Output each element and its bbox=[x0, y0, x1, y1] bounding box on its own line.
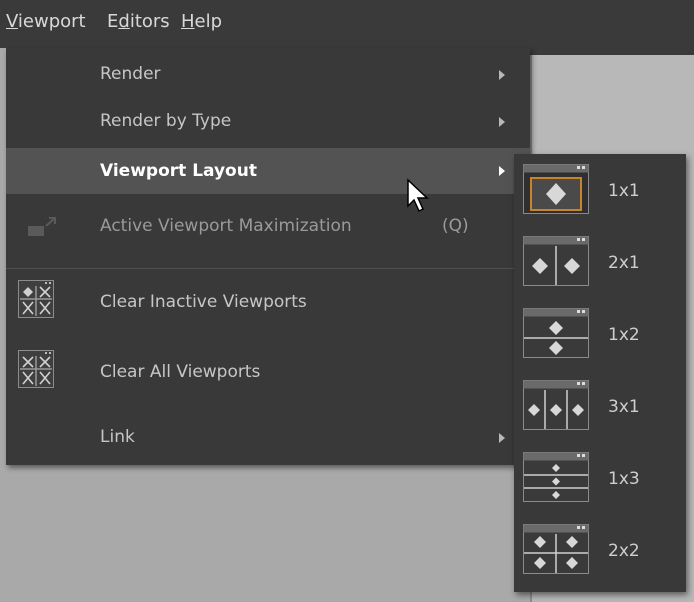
layout-item-1x1-label: 1x1 bbox=[608, 181, 640, 201]
menu-item-viewport-layout-label: Viewport Layout bbox=[100, 161, 257, 181]
viewport-layout-submenu: 1x1 2x1 1x2 3x1 1x3 2x2 bbox=[514, 154, 686, 592]
menu-item-clear-all-viewports-label: Clear All Viewports bbox=[100, 362, 261, 382]
layout-3x1-icon bbox=[523, 380, 589, 430]
menu-item-render-by-type-label: Render by Type bbox=[100, 111, 232, 131]
layout-item-3x1-label: 3x1 bbox=[608, 397, 640, 417]
menu-item-render[interactable]: Render bbox=[6, 64, 530, 90]
menu-item-clear-inactive-viewports-label: Clear Inactive Viewports bbox=[100, 292, 307, 312]
layout-item-2x1[interactable]: 2x1 bbox=[514, 226, 686, 290]
shortcut-q: (Q) bbox=[442, 216, 469, 236]
menubar-editors-rest: itors bbox=[129, 11, 170, 32]
mouse-cursor-icon bbox=[407, 178, 429, 213]
menu-separator bbox=[6, 268, 530, 269]
menu-item-link[interactable]: Link bbox=[6, 427, 530, 453]
submenu-arrow-icon bbox=[499, 433, 505, 443]
menubar-viewport[interactable]: Viewport bbox=[6, 11, 86, 32]
menu-item-clear-inactive-viewports[interactable]: Clear Inactive Viewports bbox=[6, 280, 530, 322]
layout-1x2-icon bbox=[523, 308, 589, 358]
submenu-arrow-icon bbox=[499, 166, 505, 176]
viewport-menu: Render Render by Type Viewport Layout Ac… bbox=[6, 48, 530, 465]
layout-1x1-icon bbox=[523, 164, 589, 214]
menubar-strip bbox=[530, 48, 694, 55]
layout-item-2x2-label: 2x2 bbox=[608, 541, 640, 561]
layout-item-2x1-label: 2x1 bbox=[608, 253, 640, 273]
menu-item-active-viewport-maximization: Active Viewport Maximization (Q) bbox=[6, 216, 530, 246]
clear-all-viewports-icon bbox=[18, 350, 54, 388]
menubar-viewport-label: iewport bbox=[17, 11, 86, 32]
menubar-viewport-accel: V bbox=[6, 11, 18, 32]
menu-item-clear-all-viewports[interactable]: Clear All Viewports bbox=[6, 350, 530, 392]
layout-item-2x2[interactable]: 2x2 bbox=[514, 514, 686, 578]
layout-item-1x2-label: 1x2 bbox=[608, 325, 640, 345]
menubar-help-accel: H bbox=[181, 11, 195, 32]
menubar-editors-e: E bbox=[107, 11, 119, 32]
menu-item-render-label: Render bbox=[100, 64, 161, 84]
menubar-editors[interactable]: Editors bbox=[107, 11, 170, 32]
layout-1x3-icon bbox=[523, 452, 589, 502]
menu-item-active-viewport-maximization-label: Active Viewport Maximization bbox=[100, 216, 352, 236]
layout-item-1x1[interactable]: 1x1 bbox=[514, 154, 686, 218]
layout-item-1x2[interactable]: 1x2 bbox=[514, 298, 686, 362]
submenu-arrow-icon bbox=[499, 70, 505, 80]
menubar-help-rest: elp bbox=[194, 11, 223, 32]
workspace-background bbox=[0, 465, 530, 602]
layout-2x1-icon bbox=[523, 236, 589, 286]
layout-2x2-icon bbox=[523, 524, 589, 574]
menu-item-viewport-layout[interactable]: Viewport Layout bbox=[6, 148, 530, 194]
menubar-help[interactable]: Help bbox=[181, 11, 222, 32]
submenu-arrow-icon bbox=[499, 117, 505, 127]
menubar-editors-accel: d bbox=[118, 11, 130, 32]
menu-item-render-by-type[interactable]: Render by Type bbox=[6, 111, 530, 137]
menubar: Viewport Editors Help bbox=[0, 0, 694, 48]
layout-item-1x3[interactable]: 1x3 bbox=[514, 442, 686, 506]
layout-item-1x3-label: 1x3 bbox=[608, 469, 640, 489]
maximize-icon bbox=[22, 214, 56, 250]
clear-inactive-viewports-icon bbox=[18, 280, 54, 318]
menu-item-link-label: Link bbox=[100, 427, 135, 447]
layout-item-3x1[interactable]: 3x1 bbox=[514, 370, 686, 434]
